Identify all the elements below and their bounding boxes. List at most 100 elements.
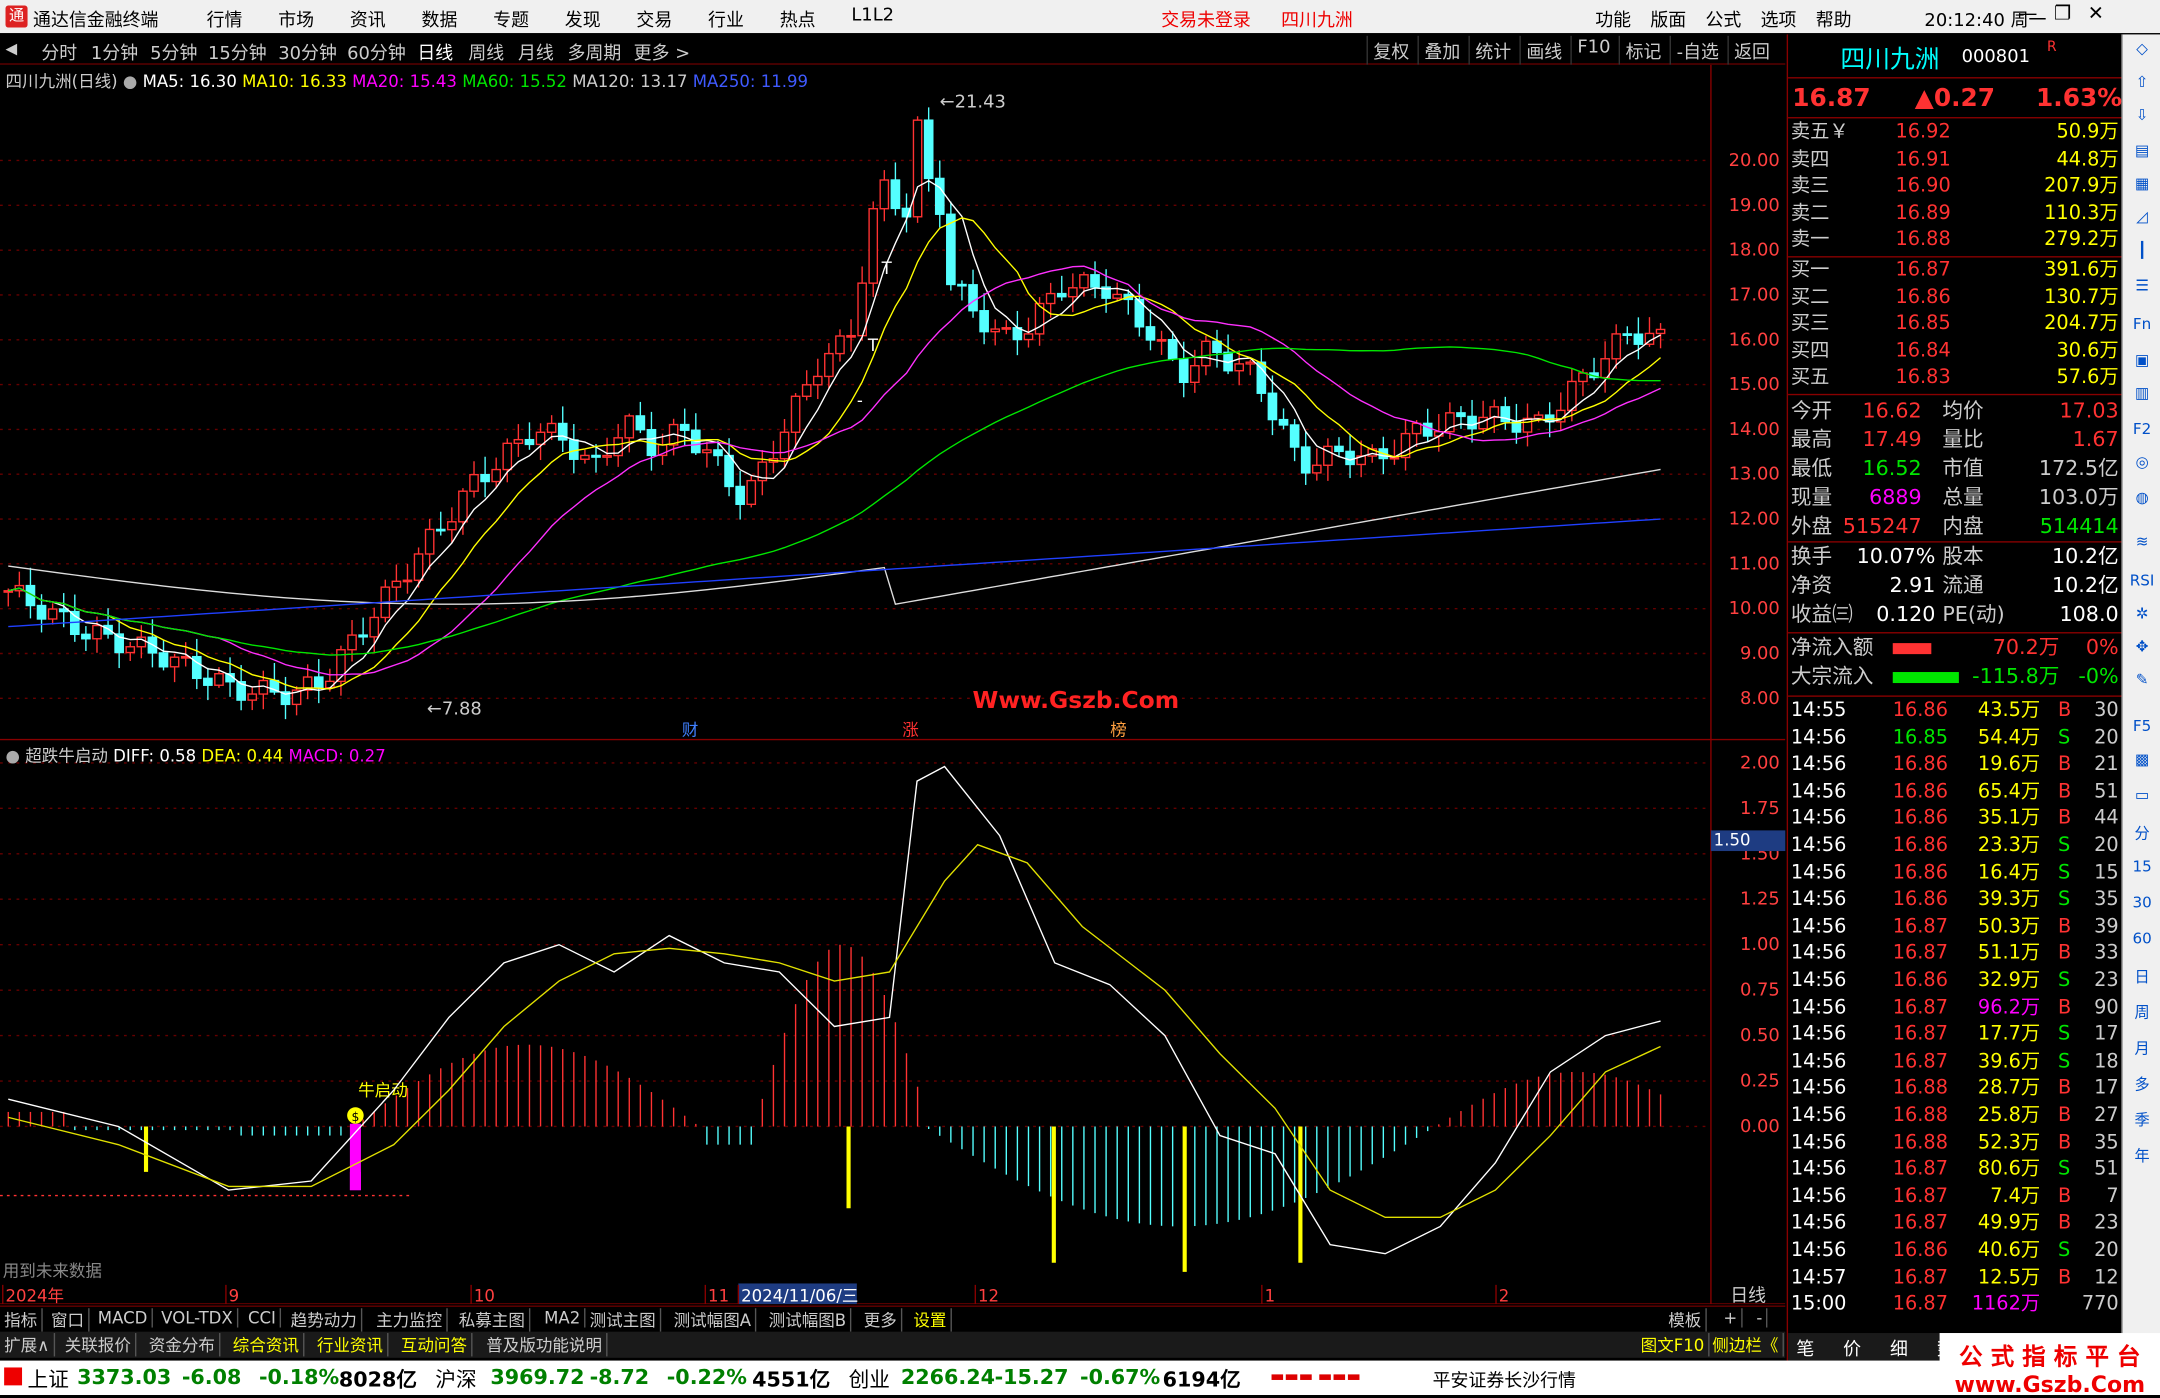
candle-icon[interactable]: ┃ bbox=[2130, 241, 2155, 266]
f10-icon[interactable]: Fn bbox=[2130, 315, 2155, 340]
period-shortcut[interactable]: 月 bbox=[2130, 1037, 2155, 1062]
back-arrow-icon[interactable]: ◀ bbox=[6, 40, 18, 58]
indicator-tab[interactable]: 测试幅图A bbox=[669, 1308, 757, 1332]
period-tab[interactable]: 多周期 bbox=[568, 39, 622, 65]
info-tab[interactable]: 扩展∧ bbox=[0, 1333, 55, 1357]
close-icon[interactable]: ✕ bbox=[2088, 3, 2104, 25]
menu-item[interactable]: 数据 bbox=[422, 6, 494, 32]
indicator-tab[interactable]: 主力监控 bbox=[372, 1308, 448, 1332]
period-shortcut[interactable]: 周 bbox=[2130, 1001, 2155, 1026]
period-shortcut[interactable]: 年 bbox=[2130, 1144, 2155, 1169]
indicator-tab[interactable]: 趋势动力 bbox=[287, 1308, 363, 1332]
period-shortcut[interactable]: 15 bbox=[2130, 858, 2155, 883]
view-tab[interactable]: 细 bbox=[1890, 1334, 1908, 1361]
table-icon[interactable]: ▦ bbox=[2130, 175, 2155, 200]
period-tab-selected[interactable]: 日线 bbox=[417, 39, 453, 65]
sidebar-toggle[interactable]: 侧边栏《 bbox=[1708, 1333, 1784, 1357]
info-tab[interactable]: 互动问答 bbox=[397, 1333, 473, 1357]
tool-button[interactable]: -自选 bbox=[1669, 35, 1725, 65]
period-shortcut[interactable]: 日 bbox=[2130, 965, 2155, 990]
menu-item[interactable]: 热点 bbox=[780, 6, 852, 32]
ask-row[interactable]: 卖二 16.89 110.3万 bbox=[1788, 201, 2123, 228]
period-tab[interactable]: 周线 bbox=[468, 39, 504, 65]
chart-icon[interactable]: ▤ bbox=[2130, 142, 2155, 167]
rsi-icon[interactable]: RSI bbox=[2130, 571, 2155, 596]
indicator-tab[interactable]: VOL-TDX bbox=[157, 1308, 239, 1328]
bid-row[interactable]: 买二 16.86 130.7万 bbox=[1788, 285, 2123, 312]
menu-item[interactable]: 行情 bbox=[207, 6, 279, 32]
period-shortcut[interactable]: 30 bbox=[2130, 894, 2155, 919]
period-shortcut[interactable]: 60 bbox=[2130, 930, 2155, 955]
menu-item[interactable]: 行业 bbox=[708, 6, 780, 32]
bid-row[interactable]: 买四 16.84 30.6万 bbox=[1788, 338, 2123, 365]
settings-icon[interactable]: ● bbox=[123, 72, 137, 91]
move-icon[interactable]: ✥ bbox=[2130, 638, 2155, 663]
zoom-out-button[interactable]: - bbox=[1752, 1308, 1768, 1328]
menu-item[interactable]: 交易 bbox=[636, 6, 708, 32]
info-tab[interactable]: 普及版功能说明 bbox=[482, 1333, 608, 1357]
period-tab[interactable]: 月线 bbox=[518, 39, 554, 65]
indicator-tab[interactable]: 窗口 bbox=[47, 1308, 90, 1332]
down-arrow-icon[interactable]: ⇩ bbox=[2130, 106, 2155, 131]
indicator-tab[interactable]: MA2 bbox=[540, 1308, 586, 1328]
bid-row[interactable]: 买一 16.87 391.6万 bbox=[1788, 258, 2123, 285]
ask-row[interactable]: 卖五￥ 16.92 50.9万 bbox=[1788, 120, 2123, 147]
settings-icon[interactable]: ● bbox=[6, 746, 20, 765]
gear-icon[interactable]: ✲ bbox=[2130, 605, 2155, 630]
bid-row[interactable]: 买三 16.85 204.7万 bbox=[1788, 311, 2123, 338]
minimize-icon[interactable]: — bbox=[2018, 3, 2037, 25]
view-tab[interactable]: 价 bbox=[1843, 1334, 1861, 1361]
ask-row[interactable]: 卖一 16.88 279.2万 bbox=[1788, 228, 2123, 255]
period-shortcut[interactable]: 季 bbox=[2130, 1109, 2155, 1134]
more-periods[interactable]: 更多 > bbox=[634, 39, 691, 65]
chart-icon[interactable]: ▩ bbox=[2130, 751, 2155, 776]
period-tab[interactable]: 15分钟 bbox=[208, 39, 267, 65]
menu-item[interactable]: 版面 bbox=[1650, 6, 1686, 32]
indicator-tab[interactable]: 测试幅图B bbox=[765, 1308, 852, 1332]
kline-chart-area[interactable]: 20.0019.0018.0017.0016.0015.0014.0013.00… bbox=[0, 64, 1786, 1305]
tool-button[interactable]: 标记 bbox=[1618, 35, 1667, 65]
collapse-icon[interactable]: ◇ bbox=[2130, 40, 2155, 65]
menu-item[interactable]: 选项 bbox=[1761, 6, 1797, 32]
restore-icon[interactable]: ❐ bbox=[2054, 3, 2071, 25]
period-shortcut[interactable]: 分 bbox=[2130, 822, 2155, 847]
list-icon[interactable]: ☰ bbox=[2130, 277, 2155, 302]
book-icon[interactable]: ▥ bbox=[2130, 384, 2155, 409]
f2-icon[interactable]: F2 bbox=[2130, 420, 2155, 445]
indicator-tab[interactable]: CCI bbox=[244, 1308, 282, 1328]
up-arrow-icon[interactable]: ⇧ bbox=[2130, 73, 2155, 98]
period-shortcut[interactable]: F5 bbox=[2130, 717, 2155, 742]
info-tab[interactable]: 行业资讯 bbox=[313, 1333, 389, 1357]
period-tab[interactable]: 30分钟 bbox=[278, 39, 337, 65]
info-tab[interactable]: 关联报价 bbox=[61, 1333, 137, 1357]
more-indicators[interactable]: 更多 bbox=[860, 1308, 903, 1332]
index-name[interactable]: 上证 bbox=[28, 1365, 69, 1394]
index-name[interactable]: 创业 bbox=[849, 1365, 890, 1394]
info-tab[interactable]: 资金分布 bbox=[145, 1333, 221, 1357]
ask-row[interactable]: 卖三 16.90 207.9万 bbox=[1788, 174, 2123, 201]
indicator-tab[interactable]: 私募主图 bbox=[455, 1308, 531, 1332]
period-shortcut[interactable]: 多 bbox=[2130, 1073, 2155, 1098]
settings-tab[interactable]: 设置 bbox=[909, 1308, 952, 1332]
indicator-tab[interactable]: 测试主图 bbox=[585, 1308, 662, 1332]
menu-item[interactable]: 帮助 bbox=[1816, 6, 1852, 32]
tool-button[interactable]: 返回 bbox=[1727, 35, 1775, 65]
period-tab[interactable]: 5分钟 bbox=[150, 39, 197, 65]
period-tab[interactable]: 60分钟 bbox=[347, 39, 406, 65]
tool-button[interactable]: 叠加 bbox=[1417, 35, 1466, 65]
indicator-tab[interactable]: MACD bbox=[94, 1308, 153, 1328]
menu-item[interactable]: 功能 bbox=[1595, 6, 1631, 32]
grid-icon[interactable]: ▣ bbox=[2130, 351, 2155, 376]
bid-row[interactable]: 买五 16.83 57.6万 bbox=[1788, 365, 2123, 392]
ask-row[interactable]: 卖四 16.91 44.8万 bbox=[1788, 147, 2123, 174]
box-icon[interactable]: ▭ bbox=[2130, 786, 2155, 811]
info-tab[interactable]: 综合资讯 bbox=[229, 1333, 305, 1357]
line-chart-icon[interactable]: ◿ bbox=[2130, 208, 2155, 233]
f10-tab[interactable]: 图文F10 bbox=[1637, 1333, 1710, 1357]
menu-item[interactable]: 市场 bbox=[278, 6, 350, 32]
tool-button[interactable]: 画线 bbox=[1519, 35, 1568, 65]
tool-button[interactable]: 统计 bbox=[1468, 35, 1517, 65]
zoom-in-button[interactable]: + bbox=[1719, 1308, 1743, 1328]
cci-icon[interactable]: ≋ bbox=[2130, 533, 2155, 558]
f3-icon[interactable]: ◎ bbox=[2130, 453, 2155, 478]
